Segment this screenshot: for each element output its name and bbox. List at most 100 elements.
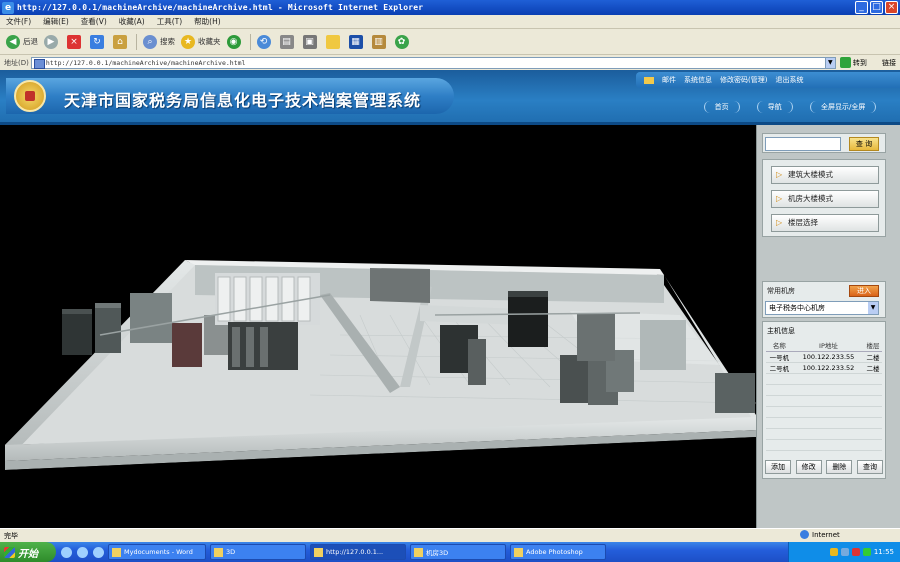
search-button[interactable]: ⌕ 搜索: [143, 34, 175, 49]
table-row: [766, 384, 882, 396]
discuss-button[interactable]: ▦: [348, 34, 366, 49]
tray-icon[interactable]: [829, 548, 838, 556]
common-room-label: 常用机房: [767, 287, 795, 295]
media-icon: ◉: [226, 34, 241, 49]
subnav-fullscreen[interactable]: 全屏显示/全屏: [810, 101, 877, 113]
taskbar-item[interactable]: 3D: [210, 544, 306, 560]
star-icon: ★: [181, 34, 195, 49]
menu-help[interactable]: 帮助(H): [194, 16, 221, 27]
sub-nav: 首页 导航 全屏显示/全屏: [695, 99, 885, 115]
discuss-icon: ▦: [348, 34, 363, 49]
menu-tools[interactable]: 工具(T): [157, 16, 182, 27]
minimize-button[interactable]: _: [855, 1, 868, 14]
folder-icon: [214, 547, 223, 557]
delete-button[interactable]: 删除: [826, 460, 853, 474]
building-mode-button[interactable]: 建筑大楼模式: [771, 166, 879, 184]
col-floor: 楼层: [864, 340, 882, 352]
back-button[interactable]: ◀ 后退: [6, 34, 38, 49]
machine-table: 名称 IP地址 楼层 一号机 100.122.233.55 二楼 二号机 100…: [766, 340, 882, 451]
topnav-mail[interactable]: 邮件: [662, 75, 676, 85]
address-label: 地址(D): [4, 58, 29, 67]
col-name: 名称: [766, 340, 793, 352]
clock: 11:55: [873, 548, 894, 556]
history-icon: ⟲: [256, 34, 271, 49]
home-button[interactable]: ⌂: [113, 34, 130, 49]
browser-status-bar: 完毕 Internet: [0, 528, 900, 542]
media-button[interactable]: ◉: [226, 34, 244, 49]
menu-favorites[interactable]: 收藏(A): [119, 16, 145, 27]
enter-room-button[interactable]: 进入: [849, 285, 879, 297]
refresh-button[interactable]: ↻: [90, 34, 107, 49]
quicklaunch-media-icon[interactable]: [93, 546, 104, 558]
word-icon: [112, 547, 121, 557]
machine-room-mode-button[interactable]: 机房大楼模式: [771, 190, 879, 208]
links-button[interactable]: 链接: [882, 58, 896, 68]
col-ip: IP地址: [792, 340, 865, 352]
table-row: [766, 428, 882, 440]
menu-view[interactable]: 查看(V): [81, 16, 107, 27]
messenger-button[interactable]: ✿: [394, 34, 412, 49]
menu-bar: 文件(F) 编辑(E) 查看(V) 收藏(A) 工具(T) 帮助(H): [0, 15, 900, 43]
table-row[interactable]: 二号机 100.122.233.52 二楼: [766, 362, 882, 374]
toolbar-separator: [136, 33, 137, 50]
view-mode-box: 建筑大楼模式 机房大楼模式 楼层选择: [762, 159, 886, 237]
home-icon: ⌂: [113, 34, 127, 49]
search-input[interactable]: [765, 137, 841, 151]
research-button[interactable]: ▥: [371, 34, 389, 49]
taskbar-item[interactable]: 机房3D: [410, 544, 506, 560]
close-button[interactable]: ×: [885, 1, 898, 14]
photoshop-icon: [514, 547, 523, 557]
refresh-icon: ↻: [90, 34, 104, 49]
security-zone: Internet: [800, 530, 840, 539]
window-title: http://127.0.0.1/machineArchive/machineA…: [17, 3, 424, 12]
search-button[interactable]: 查 询: [849, 137, 879, 151]
history-button[interactable]: ⟲: [256, 34, 274, 49]
add-button[interactable]: 添加: [765, 460, 791, 474]
quicklaunch-desktop-icon[interactable]: [77, 546, 88, 558]
menu-file[interactable]: 文件(F): [6, 16, 31, 27]
topnav-logout[interactable]: 退出系统: [775, 75, 803, 85]
address-dropdown-button[interactable]: ▼: [824, 56, 836, 69]
stop-icon: ×: [67, 34, 81, 49]
query-button[interactable]: 查询: [856, 460, 883, 474]
go-arrow-icon: [839, 57, 851, 68]
machine-room-3d-scene: [5, 260, 756, 528]
back-door-opening: [370, 268, 430, 303]
forward-button[interactable]: ▶: [44, 34, 61, 49]
quicklaunch-ie-icon[interactable]: [61, 546, 72, 558]
stop-button[interactable]: ×: [67, 34, 84, 49]
edit-button[interactable]: 修改: [795, 460, 822, 474]
machine-info-box: 主机信息 名称 IP地址 楼层 一号机 100.122.233.55 二楼 二号…: [762, 321, 886, 479]
taskbar-item[interactable]: Adobe Photoshop: [510, 544, 606, 560]
folder-icon: [325, 34, 340, 49]
taskbar-item[interactable]: Mydocuments - Word: [108, 544, 206, 560]
table-row[interactable]: 一号机 100.122.233.55 二楼: [766, 351, 882, 363]
print-button[interactable]: ▤: [279, 34, 297, 49]
go-button[interactable]: 转到: [839, 57, 867, 68]
subnav-navigation[interactable]: 导航: [756, 101, 793, 113]
tray-icon[interactable]: [840, 548, 849, 556]
research-icon: ▥: [371, 34, 386, 49]
address-input[interactable]: http://127.0.0.1/machineArchive/machineA…: [30, 56, 826, 69]
ie-icon: e: [2, 1, 14, 14]
tray-icon[interactable]: [851, 548, 860, 556]
tray-icon[interactable]: [862, 548, 871, 556]
menu-edit[interactable]: 编辑(E): [43, 16, 69, 27]
edit-button[interactable]: ▣: [302, 34, 320, 49]
folder-button[interactable]: [325, 34, 343, 49]
favorites-button[interactable]: ★ 收藏夹: [181, 34, 221, 49]
floor-select-button[interactable]: 楼层选择: [771, 214, 879, 232]
machine-info-label: 主机信息: [767, 327, 795, 335]
taskbar-item[interactable]: http://127.0.0.1...: [310, 544, 406, 560]
edit-icon: ▣: [302, 34, 317, 49]
topnav-system-info[interactable]: 系统信息: [684, 75, 712, 85]
table-row: [766, 417, 882, 429]
table-row: [766, 395, 882, 407]
start-button[interactable]: 开始: [0, 542, 56, 562]
room-select[interactable]: 电子税务中心机房 ▼: [765, 301, 879, 315]
3d-machine-room-viewer[interactable]: [0, 125, 756, 528]
subnav-home[interactable]: 首页: [703, 101, 740, 113]
machine-actions: 添加 修改 删除 查询: [765, 460, 883, 474]
maximize-button[interactable]: □: [870, 1, 883, 14]
topnav-change-password[interactable]: 修改密码(管理): [720, 75, 767, 85]
